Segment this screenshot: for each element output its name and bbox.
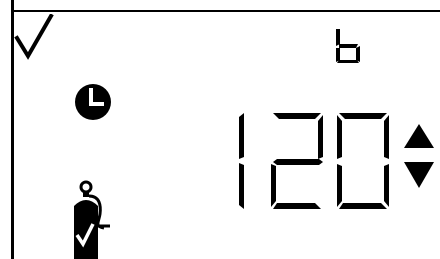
digit-0 [337, 113, 389, 209]
display-frame-top [11, 10, 440, 12]
mode-indicator [336, 29, 360, 63]
arrow-up-icon[interactable] [402, 122, 436, 150]
digit-1 [239, 113, 244, 209]
value-display [239, 113, 389, 209]
check-icon [14, 14, 54, 60]
clock-icon [75, 84, 111, 120]
tank-check-icon [74, 180, 110, 259]
lcd-display: b 120 [0, 0, 440, 259]
arrow-down-icon[interactable] [402, 160, 436, 190]
digit-2 [271, 113, 323, 209]
